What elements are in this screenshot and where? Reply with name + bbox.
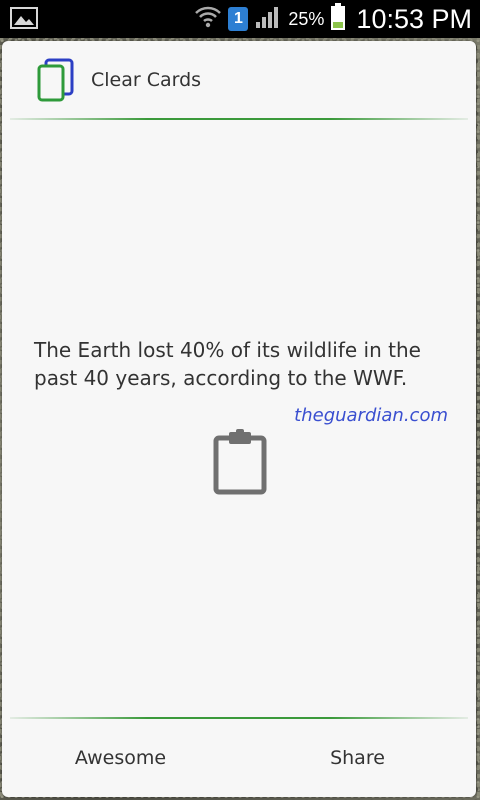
dialog-actions: Awesome Share [2, 719, 476, 797]
clipboard-icon [212, 429, 268, 499]
clock: 10:53 PM [356, 3, 472, 34]
cards-icon [36, 58, 76, 102]
awesome-button[interactable]: Awesome [2, 719, 239, 797]
dialog-header: Clear Cards [2, 41, 476, 119]
copy-button[interactable] [210, 429, 270, 499]
fact-card-dialog: Clear Cards The Earth lost 40% of its wi… [2, 41, 476, 797]
wifi-icon [194, 4, 222, 34]
share-button[interactable]: Share [239, 719, 476, 797]
gallery-notification-icon[interactable] [10, 6, 38, 30]
card-content: The Earth lost 40% of its wildlife in th… [2, 120, 476, 716]
source-link[interactable]: theguardian.com [294, 405, 448, 426]
app-title: Clear Cards [91, 69, 202, 91]
battery-icon [330, 3, 346, 35]
status-bar: 1 25% 10:53 PM [0, 0, 480, 38]
fact-text: The Earth lost 40% of its wildlife in th… [34, 338, 421, 390]
status-icons: 1 25% 10:53 PM [194, 0, 472, 38]
battery-percent: 25% [288, 8, 325, 29]
sim-icon: 1 [228, 7, 249, 31]
signal-icon [254, 4, 282, 34]
